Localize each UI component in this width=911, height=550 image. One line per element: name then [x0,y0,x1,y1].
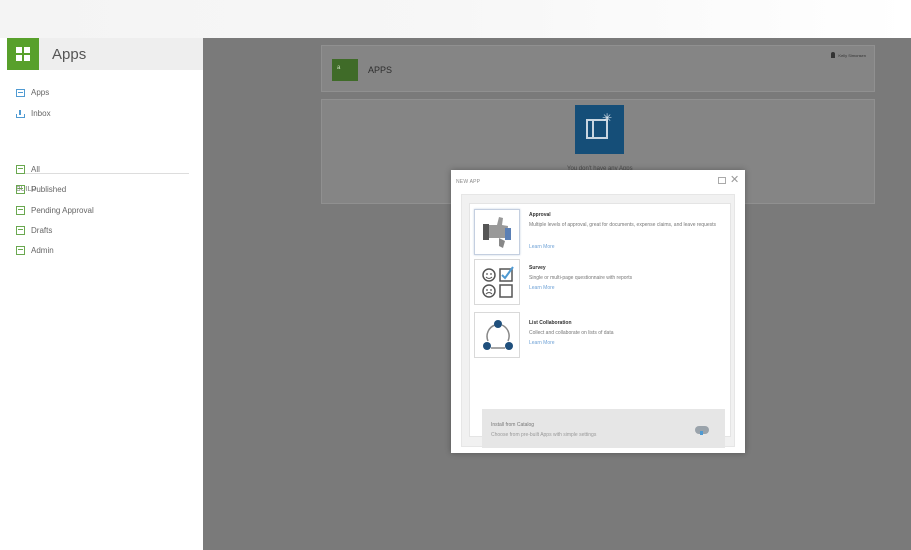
sidebar-item-published[interactable]: Published [16,185,66,194]
sidebar-header: Apps [7,38,203,70]
sidebar-item-pending-approval[interactable]: Pending Approval [16,206,94,215]
close-icon[interactable]: ✕ [730,173,739,187]
sidebar-item-apps[interactable]: Apps [16,88,49,97]
list-icon [16,206,25,215]
list-icon [16,185,25,194]
sidebar-item-inbox[interactable]: Inbox [16,109,51,118]
sidebar-item-label: Drafts [31,226,53,235]
list-icon [16,226,25,235]
install-from-catalog-button[interactable]: Install from Catalog Choose from pre-bui… [482,409,725,448]
sidebar-item-all[interactable]: All [16,165,40,174]
option-title: Approval [529,212,551,218]
catalog-description: Choose from pre-built Apps with simple s… [491,432,597,438]
option-description: Single or multi-page questionnaire with … [529,275,633,281]
apps-header-logo-icon: a [332,59,358,81]
sidebar-item-label: Inbox [31,109,51,118]
learn-more-link[interactable]: Learn More [529,340,555,346]
user-icon [831,52,836,58]
browser-top-bar [0,0,911,38]
option-description: Multiple levels of approval, great for d… [529,222,717,228]
apps-header-card: a APPS Kelly Simonsen [321,45,875,92]
sidebar-divider [16,173,189,174]
dialog-title: NEW APP [456,179,481,185]
user-name: Kelly Simonsen [838,52,866,58]
learn-more-link[interactable]: Learn More [529,285,555,291]
option-title: List Collaboration [529,320,572,326]
list-icon [16,165,25,174]
cloud-download-icon [695,426,709,435]
thumbs-icon [474,209,520,255]
user-menu[interactable]: Kelly Simonsen [831,52,866,58]
sidebar-item-label: All [31,165,40,174]
sidebar-item-label: Published [31,185,67,194]
inbox-icon [16,109,25,118]
option-title: Survey [529,265,546,271]
page-title: APPS [368,65,393,75]
maximize-icon[interactable] [718,177,726,184]
sidebar-item-label: Apps [31,88,50,97]
new-app-dialog: NEW APP ✕ Approval Multiple levels of ap… [451,170,745,453]
collaboration-icon [474,312,520,358]
apps-logo-icon [7,38,39,70]
sidebar-item-label: Pending Approval [31,206,94,215]
app-icon [16,88,25,97]
sidebar-item-admin[interactable]: Admin [16,246,54,255]
sidebar-item-label: Admin [31,246,54,255]
dialog-body: Approval Multiple levels of approval, gr… [461,194,735,448]
sidebar: Apps Apps Inbox BUILD All Published Pend… [0,38,203,550]
sidebar-item-drafts[interactable]: Drafts [16,226,52,235]
learn-more-link[interactable]: Learn More [529,244,555,250]
option-description: Collect and collaborate on lists of data [529,330,614,336]
new-app-tile[interactable]: ✳ [575,105,624,154]
sparkle-icon: ✳ [602,111,613,125]
app-template-list: Approval Multiple levels of approval, gr… [469,203,731,448]
list-icon [16,246,25,255]
catalog-title: Install from Catalog [491,422,535,428]
survey-icon [474,259,520,305]
sidebar-title: Apps [52,46,87,63]
